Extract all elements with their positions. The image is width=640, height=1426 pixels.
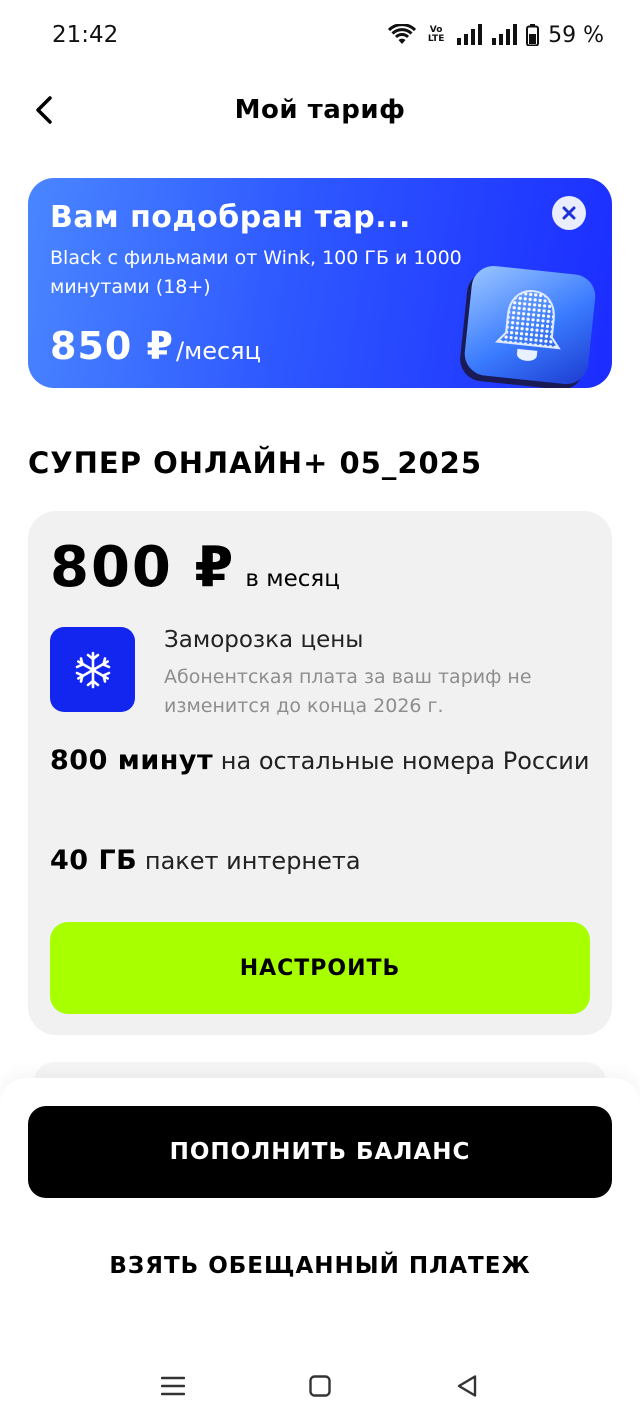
- feature-internet-text: пакет интернета: [137, 847, 361, 875]
- nav-home-button[interactable]: [290, 1356, 350, 1416]
- status-bar: 21:42 Vo LTE 59 %: [0, 0, 640, 70]
- battery-icon: [526, 24, 540, 46]
- nav-back-button[interactable]: [437, 1356, 497, 1416]
- promo-price-unit: /месяц: [176, 337, 261, 365]
- close-icon: [562, 206, 576, 220]
- tariff-name: СУПЕР ОНЛАЙН+ 05_2025: [28, 446, 483, 480]
- promo-close-button[interactable]: [552, 196, 586, 230]
- volte-icon: Vo LTE: [427, 25, 445, 44]
- tariff-price-value: 800 ₽: [50, 535, 236, 600]
- tariff-price-period: в месяц: [245, 566, 340, 592]
- freeze-description: Абонентская плата за ваш тариф не измени…: [164, 666, 532, 717]
- promo-description: Black с фильмами от Wink, 100 ГБ и 1000 …: [50, 247, 462, 298]
- freeze-icon-tile: [50, 627, 135, 712]
- feature-minutes-amount: 800 минут: [50, 745, 214, 776]
- wifi-icon: [388, 24, 417, 44]
- promo-banner[interactable]: Вам подобран тар... Black с фильмами от …: [28, 178, 612, 388]
- status-time: 21:42: [52, 22, 119, 48]
- signal-icon: [457, 24, 483, 45]
- feature-minutes: 800 минут на остальные номера России: [50, 741, 590, 781]
- promo-price-value: 850 ₽: [50, 324, 174, 368]
- battery-level: 59 %: [548, 22, 604, 48]
- header: Мой тариф: [0, 80, 640, 140]
- snowflake-icon: [75, 651, 110, 688]
- promised-payment-button[interactable]: ВЗЯТЬ ОБЕЩАННЫЙ ПЛАТЕЖ: [28, 1238, 612, 1294]
- nav-menu-button[interactable]: [143, 1356, 203, 1416]
- menu-icon: [161, 1376, 186, 1396]
- topup-balance-button[interactable]: ПОПОЛНИТЬ БАЛАНС: [28, 1106, 612, 1198]
- feature-minutes-text: на остальные номера России: [213, 747, 590, 775]
- tariff-price: 800 ₽ в месяц: [50, 535, 340, 600]
- back-button[interactable]: [26, 92, 62, 128]
- back-triangle-icon: [457, 1375, 476, 1397]
- bell-icon: [494, 290, 561, 361]
- feature-internet: 40 ГБ пакет интернета: [50, 841, 590, 881]
- promo-title: Вам подобран тар...: [50, 200, 411, 235]
- promo-price: 850 ₽ /месяц: [50, 324, 261, 368]
- signal-icon-2: [492, 24, 518, 45]
- configure-button[interactable]: НАСТРОИТЬ: [50, 922, 590, 1014]
- promo-art: [462, 263, 598, 387]
- status-icons: Vo LTE 59 %: [388, 23, 604, 48]
- feature-internet-amount: 40 ГБ: [50, 845, 138, 876]
- freeze-title: Заморозка цены: [164, 627, 364, 653]
- home-square-icon: [309, 1375, 331, 1397]
- tariff-card: 800 ₽ в месяц Заморозка цены Абонентская…: [28, 511, 612, 1035]
- page-title: Мой тариф: [234, 95, 406, 125]
- system-nav-bar: [0, 1346, 640, 1426]
- chevron-left-icon: [36, 96, 52, 124]
